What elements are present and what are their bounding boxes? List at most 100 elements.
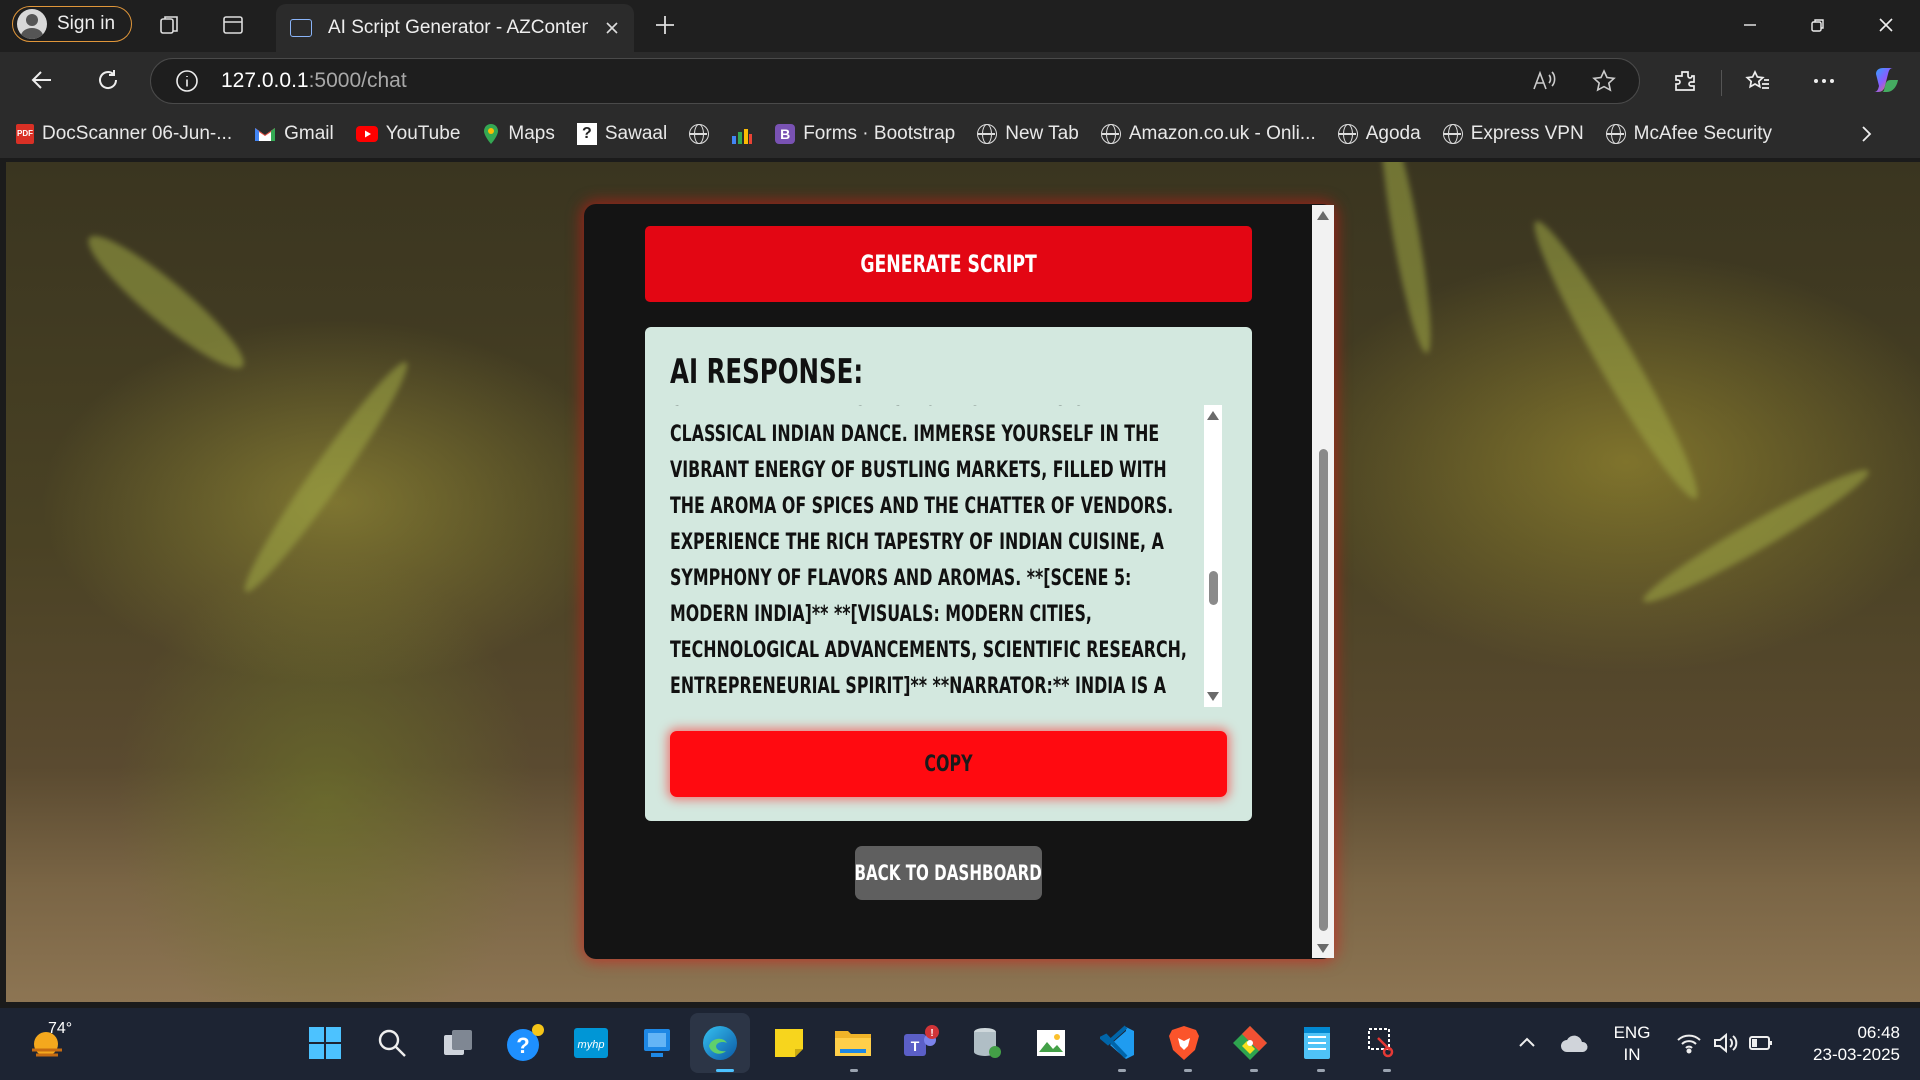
bookmark-gmail[interactable]: Gmail [254, 123, 334, 145]
bookmark-label: Gmail [284, 123, 334, 144]
notepad-icon[interactable] [1296, 1022, 1338, 1064]
bookmark-label: Forms · Bootstrap [803, 123, 956, 144]
url-host: 127.0.0.1 [221, 69, 309, 92]
browser-tab-active[interactable]: AI Script Generator - AZContent [276, 4, 634, 52]
task-view-icon[interactable] [437, 1022, 479, 1064]
workspaces-icon[interactable] [150, 5, 190, 45]
svg-text:myhp: myhp [578, 1039, 605, 1051]
myhp-icon[interactable]: myhp [570, 1022, 612, 1064]
show-hidden-icons-chevron-icon[interactable] [1506, 1022, 1548, 1064]
bookmark-sawaal[interactable]: ? Sawaal [576, 123, 667, 145]
running-indicator [1184, 1069, 1192, 1072]
tab-actions-icon[interactable] [213, 5, 253, 45]
background-grass [76, 222, 256, 382]
running-indicator [1383, 1069, 1391, 1072]
restore-icon[interactable] [1784, 0, 1852, 50]
bookmark-label: Maps [508, 123, 555, 144]
close-window-icon[interactable] [1852, 0, 1920, 50]
bookmark-globe[interactable] [689, 124, 710, 144]
copy-button[interactable]: COPY [670, 731, 1227, 797]
gmail-icon [255, 128, 276, 141]
address-bar[interactable]: 127.0.0.1:5000/chat [150, 58, 1640, 104]
scroll-up-arrow-icon[interactable] [1317, 211, 1329, 220]
edge-browser-icon[interactable] [699, 1022, 741, 1064]
bookmark-youtube[interactable]: YouTube [355, 123, 461, 145]
favorite-star-icon[interactable] [1591, 68, 1617, 94]
svg-text:?: ? [516, 1033, 529, 1058]
sign-in-button[interactable]: Sign in [12, 6, 133, 42]
snipping-tool-icon[interactable] [1362, 1022, 1404, 1064]
search-icon[interactable] [371, 1022, 413, 1064]
language-indicator[interactable]: ENG IN [1604, 1022, 1660, 1066]
scrollbar-thumb[interactable] [1209, 571, 1218, 605]
bookmark-label: Agoda [1365, 123, 1421, 144]
running-indicator [1317, 1069, 1325, 1072]
card-scrollbar[interactable] [1312, 205, 1334, 958]
sticky-notes-icon[interactable] [768, 1022, 810, 1064]
back-to-dashboard-label: BACK TO DASHBOARD [854, 861, 1043, 885]
youtube-icon [355, 126, 378, 142]
bookmark-new-tab[interactable]: New Tab [977, 123, 1079, 145]
minimize-icon[interactable] [1716, 0, 1784, 50]
bookmark-chart[interactable] [731, 124, 753, 144]
back-to-dashboard-button[interactable]: BACK TO DASHBOARD [855, 846, 1042, 900]
bookmark-label: Express VPN [1470, 123, 1584, 144]
favorites-icon[interactable] [1738, 61, 1778, 101]
sign-in-label: Sign in [57, 13, 116, 34]
bookmark-amazon[interactable]: Amazon.co.uk - Onli... [1100, 123, 1316, 145]
git-tool-icon[interactable] [1229, 1022, 1271, 1064]
battery-icon[interactable] [1740, 1022, 1782, 1064]
sawaal-icon: ? [576, 123, 597, 145]
read-aloud-icon[interactable] [1531, 69, 1557, 93]
ai-response-title: AI RESPONSE: [670, 352, 864, 392]
profile-avatar-icon [17, 9, 47, 39]
start-windows-icon[interactable] [304, 1022, 346, 1064]
refresh-icon[interactable] [88, 60, 128, 100]
bookmark-bootstrap[interactable]: B Forms · Bootstrap [775, 123, 955, 145]
extensions-icon[interactable] [1665, 61, 1705, 101]
bookmark-express-vpn[interactable]: Express VPN [1442, 123, 1584, 145]
tab-favicon-icon [290, 19, 312, 37]
database-icon[interactable] [966, 1022, 1008, 1064]
more-options-icon[interactable] [1804, 61, 1844, 101]
brave-browser-icon[interactable] [1163, 1022, 1205, 1064]
bookmark-mcafee[interactable]: McAfee Security [1605, 123, 1772, 145]
tab-title: AI Script Generator - AZContent [328, 17, 588, 38]
close-tab-icon[interactable] [604, 20, 620, 36]
back-icon[interactable] [22, 60, 62, 100]
clock[interactable]: 06:48 23-03-2025 [1790, 1022, 1900, 1066]
response-scrollbar[interactable] [1204, 405, 1222, 707]
globe-icon [1337, 124, 1358, 144]
scroll-down-arrow-icon[interactable] [1207, 692, 1219, 701]
generate-script-button[interactable]: GENERATE SCRIPT [645, 226, 1252, 302]
ai-response-text-area[interactable]: captivated by the graceful movements of … [670, 405, 1195, 707]
onedrive-cloud-icon[interactable] [1554, 1022, 1596, 1064]
new-tab-icon[interactable] [645, 5, 685, 45]
teams-icon[interactable]: T! [899, 1022, 941, 1064]
scrollbar-thumb[interactable] [1319, 449, 1328, 931]
vscode-icon[interactable] [1097, 1022, 1139, 1064]
background-grass [1372, 162, 1440, 356]
bookmark-label: YouTube [385, 123, 461, 144]
bookmarks-overflow-chevron-icon[interactable] [1846, 114, 1886, 154]
scroll-up-arrow-icon[interactable] [1207, 411, 1219, 420]
running-indicator [1118, 1069, 1126, 1072]
pdf-icon: PDF [16, 124, 34, 144]
scroll-down-arrow-icon[interactable] [1317, 944, 1329, 953]
bookmark-maps[interactable]: Maps [482, 123, 555, 145]
image-editor-icon[interactable] [1031, 1022, 1073, 1064]
file-explorer-icon[interactable] [832, 1022, 874, 1064]
bootstrap-icon: B [775, 124, 796, 144]
bookmarks-bar: PDF DocScanner 06-Jun-... Gmail YouTube … [0, 110, 1920, 158]
maps-icon [484, 124, 499, 144]
toolbar-divider [1721, 70, 1722, 96]
globe-icon [689, 124, 710, 144]
bookmark-agoda[interactable]: Agoda [1337, 123, 1421, 145]
help-icon[interactable]: ? [504, 1022, 546, 1064]
bookmark-docscanner[interactable]: PDF DocScanner 06-Jun-... [16, 123, 232, 145]
clock-time: 06:48 [1857, 1023, 1900, 1042]
desktop-app-icon[interactable] [636, 1022, 678, 1064]
copilot-icon[interactable] [1866, 60, 1906, 100]
window-controls [1716, 0, 1920, 50]
site-info-icon[interactable] [175, 69, 199, 93]
